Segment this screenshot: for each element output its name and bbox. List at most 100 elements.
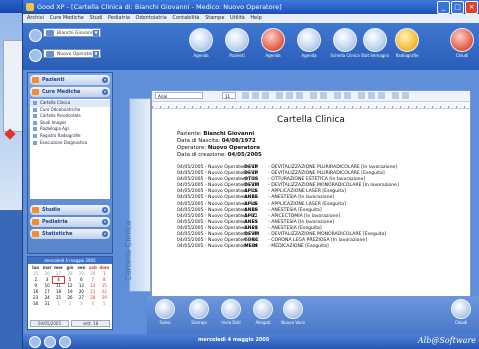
menu-item[interactable]: Utilità: [230, 15, 245, 21]
sidebar-section-pediatria[interactable]: Pediatria»: [30, 217, 110, 227]
editor-toolbar: Arial 11: [152, 91, 470, 102]
calendar-header[interactable]: mercoledì 4 maggio 2005: [28, 257, 112, 264]
chevron-down-icon[interactable]: ▼: [93, 51, 99, 57]
clinic-card-icon: [333, 28, 357, 52]
calendar-date-field[interactable]: 04/05/2005: [30, 320, 69, 327]
bullets-icon[interactable]: [310, 92, 317, 99]
calendar-day[interactable]: 5: [99, 301, 110, 307]
expand-icon[interactable]: »: [102, 219, 108, 225]
status-bar: mercoledì 4 maggio 2005 Alb@Software: [23, 334, 479, 349]
redo-icon[interactable]: [402, 92, 409, 99]
new-entry-icon: [283, 299, 303, 319]
sidebar-item[interactable]: Registro Radiografie: [30, 133, 110, 140]
sidebar-section-statistiche[interactable]: Statistiche»: [30, 229, 110, 239]
collapse-icon[interactable]: «: [102, 89, 108, 95]
calendar-day[interactable]: 4: [87, 301, 98, 307]
menu-item[interactable]: Cure Mediche: [50, 15, 84, 21]
operator-select[interactable]: Nuovo Operatore ▼: [43, 49, 101, 58]
sidebar-section-studio[interactable]: Studio»: [30, 205, 110, 215]
new-entry-button[interactable]: Nuova Voce: [279, 299, 307, 325]
xray-icon: [395, 28, 419, 52]
user-icon: [46, 51, 54, 57]
toolbar-button-agenda[interactable]: Agenda: [186, 28, 216, 58]
toolbar-button-scheda-clinica[interactable]: Scheda Clinica: [330, 28, 360, 58]
sidebar-item[interactable]: Cure Odontoiatriche: [30, 107, 110, 114]
indent-icon[interactable]: [334, 92, 341, 99]
bottom-toolbar: Salva Stampa Invia Dati Allegati Nuova V…: [147, 296, 479, 334]
calendar-week-field[interactable]: sett. 18: [71, 320, 110, 327]
sidebar-item[interactable]: Studi Images: [30, 120, 110, 127]
font-select[interactable]: Arial: [155, 92, 203, 99]
sidebar-section-pazienti[interactable]: Pazienti»: [30, 75, 110, 85]
outdent-icon[interactable]: [344, 92, 351, 99]
sidebar-item[interactable]: Radiologia Agr.: [30, 126, 110, 133]
folder-icon: [32, 77, 39, 83]
toolbar-button-chiudi[interactable]: Chiudi: [447, 28, 477, 58]
calendar-day[interactable]: 2: [64, 301, 75, 307]
undo-icon[interactable]: [392, 92, 399, 99]
brand-logo: Alb@Software: [417, 336, 476, 345]
toolbar-button-pazienti[interactable]: Pazienti: [222, 28, 252, 58]
status-icons: [29, 336, 71, 348]
print-icon: [189, 299, 209, 319]
bold-icon[interactable]: [242, 92, 249, 99]
expand-icon[interactable]: »: [102, 207, 108, 213]
menu-item[interactable]: Archivi: [27, 15, 44, 21]
expand-icon[interactable]: »: [102, 77, 108, 83]
menu-item[interactable]: Stampe: [205, 15, 224, 21]
maximize-icon[interactable]: □: [451, 1, 464, 14]
app-icon: [26, 3, 34, 11]
operator-name: Nuovo Operatore: [207, 145, 261, 151]
help-icon[interactable]: [44, 336, 56, 348]
italic-icon[interactable]: [252, 92, 259, 99]
toolbar-button-immagini[interactable]: Stat Immagini: [360, 28, 390, 58]
sidebar-item-cartella-clinica[interactable]: Cartella Clinica: [30, 100, 110, 107]
calendar-day[interactable]: 3: [76, 301, 87, 307]
patient-header: Paziente: Bianchi Giovanni Data di Nasci…: [177, 131, 262, 158]
image-icon[interactable]: [368, 92, 375, 99]
document-body[interactable]: Cartella Clinica Paziente: Bianchi Giova…: [152, 109, 470, 250]
calendar-day[interactable]: 30: [30, 301, 41, 307]
sidebar-section-cure-mediche[interactable]: Cure Mediche «: [30, 87, 110, 97]
ruler[interactable]: [152, 102, 470, 109]
print-button[interactable]: Stampa: [185, 299, 213, 325]
align-center-icon[interactable]: [286, 92, 293, 99]
birth-date: 04/08/1972: [221, 138, 256, 144]
menu-item[interactable]: Contabilità: [172, 15, 199, 21]
patient-select[interactable]: Bianchi Giovanni ▼: [43, 28, 101, 37]
menu-item[interactable]: Studi: [89, 15, 102, 21]
color-icon[interactable]: [358, 92, 365, 99]
sidebar-item[interactable]: Esecuzione Diagnostica: [30, 140, 110, 147]
align-right-icon[interactable]: [296, 92, 303, 99]
exit-button[interactable]: Chiudi: [447, 299, 475, 325]
main-toolbar: Bianchi Giovanni ▼ Nuovo Operatore ▼ Age…: [23, 23, 479, 70]
toolbar-button-radiografie[interactable]: Radiografie: [392, 28, 422, 58]
send-button[interactable]: Invia Dati: [217, 299, 245, 325]
minimize-icon[interactable]: _: [437, 1, 450, 14]
table-icon[interactable]: [378, 92, 385, 99]
menu-item[interactable]: Help: [250, 15, 261, 21]
info-icon[interactable]: [59, 336, 71, 348]
calendar-day[interactable]: 31: [41, 301, 52, 307]
home-icon[interactable]: [29, 336, 41, 348]
menu-item[interactable]: Pediatria: [108, 15, 130, 21]
toolbar-button-agenda-2[interactable]: Agenda: [258, 28, 288, 58]
calendar-day[interactable]: 1: [53, 301, 64, 307]
status-date: mercoledì 4 maggio 2005: [198, 337, 270, 343]
sidebar-item[interactable]: Cartella Parodontale: [30, 113, 110, 120]
tab-cartella-clinica[interactable]: Cartella Clinica: [124, 98, 151, 292]
expand-icon[interactable]: »: [102, 231, 108, 237]
align-left-icon[interactable]: [276, 92, 283, 99]
font-size-select[interactable]: 11: [222, 92, 236, 99]
save-button[interactable]: Salva: [151, 299, 179, 325]
underline-icon[interactable]: [262, 92, 269, 99]
menu-item[interactable]: Odontoiatria: [136, 15, 167, 21]
numbering-icon[interactable]: [320, 92, 327, 99]
chevron-down-icon[interactable]: ▼: [93, 30, 99, 36]
attach-icon: [253, 299, 273, 319]
toolbar-button-agenda-3[interactable]: Agenda: [294, 28, 324, 58]
close-window-icon[interactable]: ×: [465, 1, 478, 14]
main-window: Good XP - [Cartella Clinica di: Bianchi …: [22, 0, 479, 349]
attach-button[interactable]: Allegati: [249, 299, 277, 325]
treatment-entry: 04/05/2005 - Nuovo Operatore - 28- MEDI -…: [177, 244, 329, 250]
